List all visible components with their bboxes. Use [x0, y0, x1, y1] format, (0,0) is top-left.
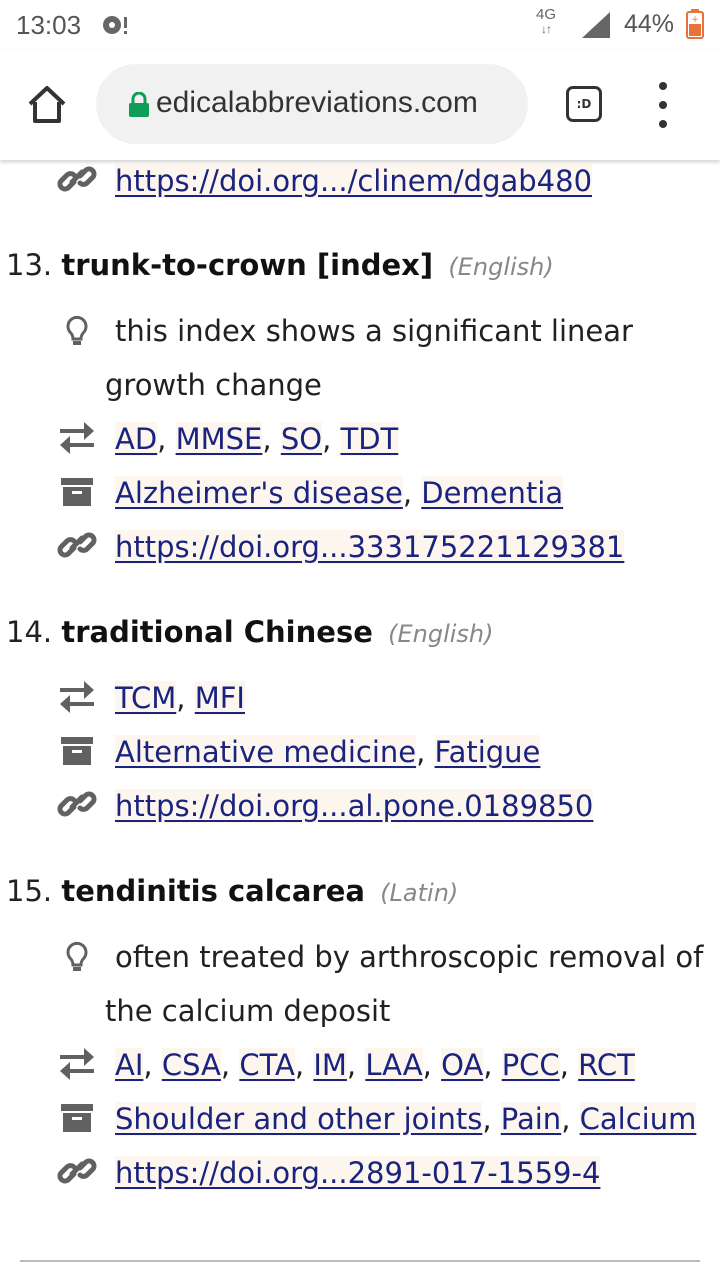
abbreviation-link[interactable]: PCC [501, 1048, 560, 1082]
abbreviation-link[interactable]: MMSE [175, 422, 263, 456]
lightbulb-icon [66, 941, 88, 971]
swap-arrows-icon [60, 1048, 94, 1080]
category-link[interactable]: Calcium [579, 1102, 697, 1136]
network-indicator: 4G ↓↑ [536, 6, 557, 36]
signal-icon [582, 12, 610, 38]
browser-toolbar: edicalabbreviations.com :D [0, 50, 720, 160]
categories-row: Alzheimer's disease, Dementia [56, 466, 716, 520]
abbreviation-link[interactable]: LAA [365, 1048, 423, 1082]
doi-link[interactable]: https://doi.org...2891-017-1559-4 [115, 1156, 601, 1190]
more-menu-icon[interactable] [648, 82, 678, 128]
entry-number: 13. [6, 248, 53, 282]
entry-term: tendinitis calcarea [61, 874, 365, 908]
category-link[interactable]: Shoulder and other joints [115, 1102, 483, 1136]
entry-language: (Latin) [380, 879, 459, 907]
entry-number: 14. [6, 615, 53, 649]
section-divider [20, 1260, 700, 1262]
abbreviation-link[interactable]: IM [313, 1048, 347, 1082]
home-icon[interactable] [24, 82, 70, 128]
battery-icon: + [686, 9, 704, 39]
svg-text:+: + [691, 15, 699, 25]
entry-language: (English) [388, 620, 494, 648]
category-link[interactable]: Fatigue [434, 735, 541, 769]
abbreviation-link[interactable]: TCM [115, 681, 177, 715]
abbreviation-link[interactable]: OA [441, 1048, 484, 1082]
swap-arrows-icon [60, 681, 94, 713]
abbreviation-link[interactable]: MFI [194, 681, 245, 715]
link-icon [57, 532, 97, 558]
archive-box-icon [61, 478, 93, 506]
abbreviation-link[interactable]: AI [115, 1048, 144, 1082]
link-row: https://doi.org...2891-017-1559-4 [56, 1146, 716, 1200]
status-bar: 13:03 4G ↓↑ 44% + [0, 0, 720, 50]
note-row: often treated by arthroscopic removal of… [56, 930, 716, 1038]
entry-language: (English) [448, 253, 554, 281]
category-link[interactable]: Alzheimer's disease [115, 476, 403, 510]
doi-link[interactable]: https://doi.org...333175221129381 [115, 530, 625, 564]
entry-title: 15. tendinitis calcarea (Latin) [6, 874, 458, 908]
entry-title: 14. traditional Chinese (English) [6, 615, 493, 649]
abbreviation-link[interactable]: SO [280, 422, 323, 456]
battery-percent: 44% [624, 10, 675, 38]
results-list: https://doi.org.../clinem/dgab480 13. tr… [0, 160, 720, 1280]
categories-row: Shoulder and other joints, Pain, Calcium [56, 1092, 716, 1146]
lightbulb-icon [66, 315, 88, 345]
link-icon [57, 166, 97, 192]
entry-term: trunk-to-crown [index] [61, 248, 434, 282]
abbreviations-row: AD, MMSE, SO, TDT [56, 412, 716, 466]
entry-12-link-row: https://doi.org.../clinem/dgab480 [56, 160, 716, 208]
note-text: this index shows a significant linear gr… [105, 314, 633, 402]
address-bar[interactable]: edicalabbreviations.com [96, 64, 528, 144]
network-label: 4G [536, 6, 557, 23]
abbreviations-row: TCM, MFI [56, 671, 716, 725]
abbreviation-link[interactable]: CTA [239, 1048, 295, 1082]
abbreviations-row: AI, CSA, CTA, IM, LAA, OA, PCC, RCT [56, 1038, 716, 1092]
archive-box-icon [61, 1104, 93, 1132]
abbreviation-link[interactable]: CSA [161, 1048, 221, 1082]
entry-title: 13. trunk-to-crown [index] (English) [6, 248, 554, 282]
category-link[interactable]: Alternative medicine [115, 735, 417, 769]
link-icon [57, 791, 97, 817]
categories-row: Alternative medicine, Fatigue [56, 725, 716, 779]
data-arrows-icon: ↓↑ [541, 22, 552, 36]
note-text: often treated by arthroscopic removal of… [105, 940, 704, 1028]
entry-term: traditional Chinese [61, 615, 373, 649]
archive-box-icon [61, 737, 93, 765]
notification-icon [103, 16, 127, 34]
abbreviation-link[interactable]: TDT [340, 422, 399, 456]
doi-link[interactable]: https://doi.org.../clinem/dgab480 [115, 164, 593, 198]
abbreviation-link[interactable]: AD [115, 422, 158, 456]
link-icon [57, 1158, 97, 1184]
link-row: https://doi.org...al.pone.0189850 [56, 779, 716, 833]
swap-arrows-icon [60, 422, 94, 454]
note-row: this index shows a significant linear gr… [56, 304, 716, 412]
abbreviation-link[interactable]: RCT [578, 1048, 635, 1082]
entry-number: 15. [6, 874, 53, 908]
category-link[interactable]: Pain [500, 1102, 562, 1136]
doi-link[interactable]: https://doi.org...al.pone.0189850 [115, 789, 594, 823]
tab-switcher-button[interactable]: :D [566, 86, 602, 122]
status-time: 13:03 [16, 10, 82, 40]
lock-icon [129, 92, 149, 117]
url-text: edicalabbreviations.com [156, 86, 478, 119]
category-link[interactable]: Dementia [421, 476, 564, 510]
link-row: https://doi.org...333175221129381 [56, 520, 716, 574]
